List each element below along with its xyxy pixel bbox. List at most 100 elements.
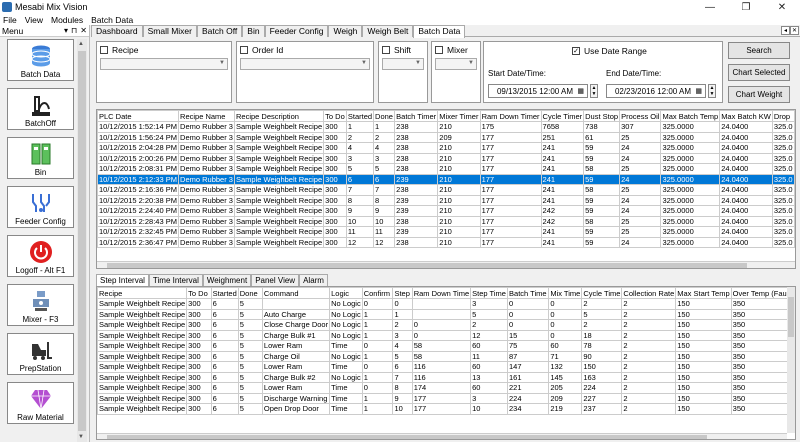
shift-checkbox[interactable] [382, 46, 390, 54]
batch-table-column-header[interactable]: Started [345, 110, 375, 122]
scroll-up-icon[interactable]: ▲ [78, 41, 84, 47]
batch-table-column-header[interactable]: Max Batch Temp [660, 110, 721, 122]
menu-file[interactable]: File [3, 15, 17, 25]
batch-table-row[interactable]: 10/12/2015 1:56:24 PM Demo Rubber 3 Sample… [97, 131, 795, 143]
menu-view[interactable]: View [25, 15, 43, 25]
tab-panel-view[interactable]: Panel View [251, 274, 300, 286]
step-table-column-header[interactable]: Logic [329, 287, 363, 299]
step-table-column-header[interactable]: Step Time [470, 287, 509, 299]
batch-table-column-header[interactable]: Recipe Name [178, 110, 235, 122]
panel-pin-icon[interactable]: ⊓ [71, 26, 77, 35]
batch-table-row[interactable]: 10/12/2015 2:12:33 PM Demo Rubber 3 Sample… [97, 173, 795, 185]
step-table-column-header[interactable]: Started [210, 287, 239, 299]
step-table-column-header[interactable]: Step [392, 287, 413, 299]
batch-table-column-header[interactable]: Drop [771, 110, 795, 122]
batch-table-row[interactable]: 10/12/2015 1:52:14 PM Demo Rubber 3 Sample… [97, 121, 795, 133]
restore-button[interactable]: ❐ [728, 0, 764, 14]
step-table-column-header[interactable]: To Do [186, 287, 212, 299]
left-panel-scroll-thumb[interactable] [78, 51, 86, 431]
tab-close-icon[interactable]: ✕ [790, 26, 799, 35]
batch-table-row[interactable]: 10/12/2015 2:28:43 PM Demo Rubber 3 Sample… [97, 215, 795, 227]
nav-logoff[interactable]: Logoff - Alt F1 [7, 235, 74, 277]
step-table-row[interactable]: Sample Weighbelt Recipe 300 6 5 Discharge Wa… [97, 392, 795, 404]
nav-feeder-config[interactable]: Feeder Config [7, 186, 74, 228]
nav-raw-material[interactable]: Raw Material [7, 382, 74, 424]
batch-table-row[interactable]: 10/12/2015 2:08:31 PM Demo Rubber 3 Sample… [97, 163, 795, 175]
step-table-row[interactable]: Sample Weighbelt Recipe 300 6 5 No Logic 0 0 3 0… [97, 298, 795, 310]
step-table-row[interactable]: Sample Weighbelt Recipe 300 6 5 Charge Bulk … [97, 371, 795, 383]
step-table-column-header[interactable]: Mix Time [548, 287, 583, 299]
menu-batch-data[interactable]: Batch Data [91, 15, 133, 25]
step-table-row[interactable]: Sample Weighbelt Recipe 300 6 5 Lower Ram Tim… [97, 361, 795, 373]
start-date-field[interactable]: 09/13/2015 12:00 AM ▦ [488, 84, 588, 98]
chart-selected-button[interactable]: Chart Selected [728, 64, 790, 81]
step-grid-hscrollbar[interactable] [97, 433, 787, 439]
chart-weight-button[interactable]: Chart Weight [728, 86, 790, 103]
batch-table-row[interactable]: 10/12/2015 2:32:45 PM Demo Rubber 3 Sample… [97, 226, 795, 238]
nav-batch-data[interactable]: Batch Data [7, 39, 74, 81]
scroll-down-icon[interactable]: ▼ [78, 434, 84, 440]
batch-table-column-header[interactable]: Process Oil [619, 110, 662, 122]
tab-scroll-left-icon[interactable]: ◂ [781, 26, 790, 35]
batch-table-row[interactable]: 10/12/2015 2:20:38 PM Demo Rubber 3 Sample… [97, 194, 795, 206]
batch-table-row[interactable]: 10/12/2015 2:00:26 PM Demo Rubber 3 Sample… [97, 152, 795, 164]
recipe-combo[interactable]: ▼ [100, 58, 228, 70]
end-date-spinner[interactable]: ▲ ▼ [708, 84, 716, 98]
batch-table-row[interactable]: 10/12/2015 2:36:47 PM Demo Rubber 3 Sample… [97, 236, 795, 248]
left-panel-scrollbar[interactable]: ▲ ▼ [77, 39, 87, 442]
panel-close-icon[interactable]: ✕ [80, 26, 87, 35]
tab-weigh-belt[interactable]: Weigh Belt [362, 25, 414, 37]
panel-dropdown-icon[interactable]: ▾ [64, 26, 68, 35]
tab-batch-data[interactable]: Batch Data [413, 25, 466, 38]
tab-feeder-config[interactable]: Feeder Config [264, 25, 329, 37]
step-table-column-header[interactable]: Confirm [361, 287, 394, 299]
batch-table-row[interactable]: 10/12/2015 2:24:40 PM Demo Rubber 3 Sample… [97, 205, 795, 217]
tab-small-mixer[interactable]: Small Mixer [142, 25, 197, 37]
mixer-checkbox[interactable] [435, 46, 443, 54]
step-table-column-header[interactable]: Collection Rate [621, 287, 677, 299]
batch-table-column-header[interactable]: Recipe Description [233, 110, 325, 122]
nav-bin[interactable]: Bin [7, 137, 74, 179]
tab-dashboard[interactable]: Dashboard [91, 25, 143, 37]
batch-table-column-header[interactable]: Max Batch KW [719, 110, 773, 122]
step-table-column-header[interactable]: Max Start Temp [675, 287, 732, 299]
nav-mixer[interactable]: Mixer - F3 [7, 284, 74, 326]
calendar-icon[interactable]: ▦ [695, 87, 702, 95]
use-date-range-checkbox[interactable]: ✓ [572, 47, 580, 55]
batch-grid-hscrollbar[interactable] [97, 261, 795, 268]
step-table-column-header[interactable]: Cycle Time [581, 287, 623, 299]
step-table-row[interactable]: Sample Weighbelt Recipe 300 6 5 Lower Ram Tim… [97, 382, 795, 394]
mixer-combo[interactable]: ▼ [435, 58, 477, 70]
search-button[interactable]: Search [728, 42, 790, 59]
step-table-column-header[interactable]: Done [237, 287, 263, 299]
tab-batch-off[interactable]: Batch Off [197, 25, 243, 37]
nav-prepstation[interactable]: PrepStation [7, 333, 74, 375]
order-id-checkbox[interactable] [240, 46, 248, 54]
start-date-spinner[interactable]: ▲ ▼ [590, 84, 598, 98]
batch-table-column-header[interactable]: PLC Date [97, 110, 180, 122]
step-table-column-header[interactable]: Ram Down Time [411, 287, 472, 299]
step-table-row[interactable]: Sample Weighbelt Recipe 300 6 5 Charge Bulk … [97, 329, 795, 341]
step-table-row[interactable]: Sample Weighbelt Recipe 300 6 5 Close Charge… [97, 319, 795, 331]
step-table-column-header[interactable]: Command [261, 287, 331, 299]
batch-table-column-header[interactable]: Dust Stop [583, 110, 621, 122]
batch-table-row[interactable]: 10/12/2015 2:04:28 PM Demo Rubber 3 Sample… [97, 142, 795, 154]
batch-table-column-header[interactable]: Ram Down Timer [479, 110, 542, 122]
step-table-row[interactable]: Sample Weighbelt Recipe 300 6 5 Open Drop Do… [97, 403, 795, 415]
step-table-column-header[interactable]: Batch Time [507, 287, 550, 299]
tab-weigh[interactable]: Weigh [328, 25, 363, 37]
close-button[interactable]: ✕ [764, 0, 800, 14]
tab-bin[interactable]: Bin [242, 25, 265, 37]
batch-table-column-header[interactable]: Done [373, 110, 396, 122]
step-table-row[interactable]: Sample Weighbelt Recipe 300 6 5 Charge Oil No… [97, 350, 795, 362]
batch-table-column-header[interactable]: Batch Timer [394, 110, 439, 122]
tab-alarm[interactable]: Alarm [299, 274, 328, 286]
shift-combo[interactable]: ▼ [382, 58, 424, 70]
batch-table-column-header[interactable]: Cycle Timer [540, 110, 585, 122]
end-date-field[interactable]: 02/23/2016 12:00 AM ▦ [606, 84, 706, 98]
calendar-icon[interactable]: ▦ [577, 87, 584, 95]
menu-modules[interactable]: Modules [51, 15, 83, 25]
tab-time-interval[interactable]: Time Interval [148, 274, 203, 286]
batch-table-column-header[interactable]: To Do [323, 110, 347, 122]
tab-weighment[interactable]: Weighment [202, 274, 252, 286]
